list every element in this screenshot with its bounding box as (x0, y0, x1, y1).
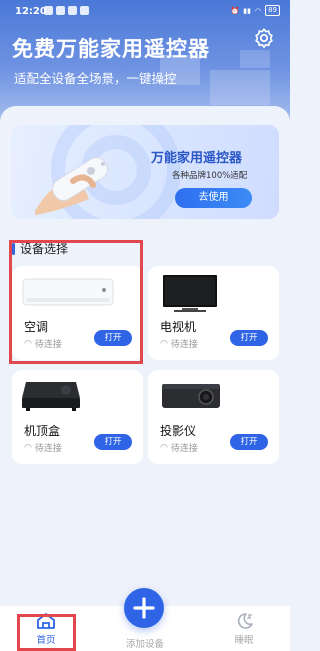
wifi-icon: ◠ (160, 442, 168, 453)
app-notification-icon (68, 6, 77, 15)
app-title: 免费万能家用遥控器 (12, 37, 210, 61)
device-status-text: 待连接 (170, 340, 198, 350)
go-use-button[interactable]: 去使用 (175, 188, 252, 208)
device-card-television[interactable]: 电视机 ◠ 待连接 打开 (148, 266, 279, 360)
open-device-button[interactable]: 打开 (230, 434, 268, 450)
banner-title: 万能家用遥控器 (151, 151, 243, 166)
device-status: ◠ 待连接 (160, 337, 198, 351)
moon-icon (237, 613, 253, 629)
device-status-text: 待连接 (170, 444, 198, 454)
wifi-icon: ◠ (24, 442, 32, 453)
projector-image (162, 384, 220, 408)
status-right: ⏰ ▮▮ ◠ 89 (231, 5, 280, 16)
selection-highlight (9, 240, 143, 364)
open-device-button[interactable]: 打开 (230, 330, 268, 346)
device-status: ◠ 待连接 (160, 441, 198, 455)
add-device-label: 添加设备 (125, 639, 164, 650)
signal-icon: ▮▮ (243, 6, 251, 15)
banner-subtitle: 各种品牌100%适配 (172, 171, 248, 181)
add-device-button[interactable] (124, 588, 164, 628)
plus-icon (133, 597, 155, 619)
alarm-icon: ⏰ (230, 6, 240, 15)
nav-sleep-label: 睡眠 (234, 635, 254, 646)
app-notification-icon (44, 6, 53, 15)
status-bar: 12:20 ⏰ ▮▮ ◠ 89 (0, 0, 290, 22)
battery-indicator: 89 (265, 5, 280, 16)
app-subtitle: 适配全设备全场景，一键操控 (14, 71, 177, 86)
device-card-projector[interactable]: 投影仪 ◠ 待连接 打开 (148, 370, 279, 464)
app-notification-icon (80, 6, 89, 15)
hand-remote-illustration (35, 157, 108, 215)
selection-highlight (17, 614, 76, 651)
wifi-icon: ◠ (160, 338, 168, 349)
settings-gear-icon[interactable] (253, 27, 275, 49)
device-name: 投影仪 (160, 424, 197, 438)
device-name: 机顶盒 (24, 424, 61, 438)
device-status: ◠ 待连接 (24, 441, 62, 455)
status-time: 12:20 (15, 6, 47, 17)
device-status-text: 待连接 (34, 444, 62, 454)
set-top-box-image (22, 382, 80, 411)
device-card-set-top-box[interactable]: 机顶盒 ◠ 待连接 打开 (12, 370, 143, 464)
promo-banner[interactable]: 万能家用遥控器 各种品牌100%适配 去使用 (11, 125, 279, 219)
notification-icons (44, 6, 89, 15)
open-device-button[interactable]: 打开 (94, 434, 132, 450)
wifi-icon: ◠ (254, 6, 262, 15)
app-notification-icon (56, 6, 65, 15)
nav-sleep[interactable]: 睡眠 (214, 612, 274, 646)
device-name: 电视机 (160, 320, 197, 334)
television-image (163, 275, 217, 312)
